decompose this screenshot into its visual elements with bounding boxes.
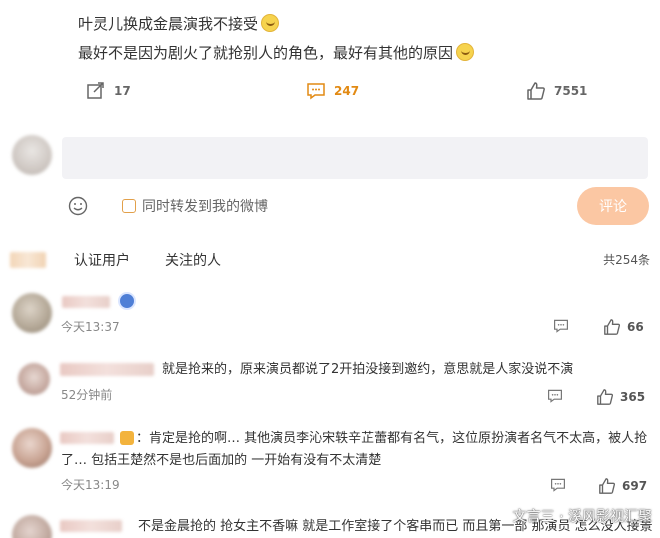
tab-verified-users[interactable]: 认证用户 bbox=[74, 250, 130, 270]
post-text-line2: 最好不是因为剧火了就抢别人的角色，最好有其他的原因 bbox=[78, 43, 475, 63]
like-button[interactable]: 7551 bbox=[526, 81, 587, 101]
comment-username-blurred[interactable] bbox=[62, 296, 110, 308]
thinking-emoji-icon bbox=[456, 43, 475, 61]
thumbs-up-icon bbox=[599, 478, 616, 494]
thumbs-up-icon bbox=[597, 389, 614, 405]
comment-total: 共254条 bbox=[603, 253, 650, 267]
comment-text-line2: 了… 包括王楚然不是也后面加的 一开始有没有不太清楚 bbox=[61, 453, 382, 468]
comment-time: 今天13:19 bbox=[61, 478, 120, 492]
thumbs-up-icon bbox=[604, 319, 621, 335]
current-user-avatar bbox=[12, 135, 52, 175]
reply-button[interactable] bbox=[547, 388, 563, 408]
post-text-line1: 叶灵儿换成金晨演我不接受 bbox=[78, 14, 280, 34]
tab-following[interactable]: 关注的人 bbox=[165, 250, 221, 270]
submit-comment-button[interactable]: 评论 bbox=[577, 187, 649, 225]
comment-like-button[interactable]: 365 bbox=[596, 388, 645, 406]
thinking-emoji-icon bbox=[261, 14, 280, 32]
vip-badge-icon bbox=[120, 431, 134, 445]
comment-icon bbox=[307, 83, 325, 100]
watermark-text: 文言三 · 溪风影视汇聚 bbox=[512, 509, 652, 525]
reply-icon bbox=[551, 478, 565, 492]
reply-button[interactable] bbox=[553, 318, 569, 338]
emoji-picker-icon[interactable] bbox=[68, 196, 88, 216]
comment-button[interactable]: 247 bbox=[306, 81, 359, 101]
comment-like-button[interactable]: 697 bbox=[598, 477, 647, 495]
repost-to-weibo-option[interactable]: 同时转发到我的微博 bbox=[122, 196, 268, 216]
comment-username-blurred[interactable] bbox=[60, 520, 122, 532]
repost-icon bbox=[87, 82, 104, 99]
comment-like-button[interactable]: 66 bbox=[603, 318, 644, 336]
comment-avatar[interactable] bbox=[12, 515, 52, 538]
repost-button[interactable]: 17 bbox=[86, 81, 131, 101]
comment-time: 52分钟前 bbox=[61, 388, 113, 402]
comment-avatar[interactable] bbox=[12, 428, 52, 468]
comment-username-blurred[interactable] bbox=[60, 432, 114, 444]
comment-time: 今天13:37 bbox=[61, 320, 120, 334]
comment-text-line1: ：肯定是抢的啊… 其他演员李沁宋轶辛芷蕾都有名气，这位原扮演者名气不太高，被人抢 bbox=[136, 431, 648, 446]
doraemon-badge-icon bbox=[118, 292, 136, 310]
comment-username-blurred[interactable] bbox=[60, 363, 154, 376]
comment-avatar[interactable] bbox=[18, 363, 50, 395]
comment-input[interactable] bbox=[62, 137, 648, 179]
reply-icon bbox=[548, 389, 562, 403]
thumbs-up-icon bbox=[527, 82, 545, 100]
repost-checkbox[interactable] bbox=[122, 199, 136, 213]
reply-button[interactable] bbox=[550, 477, 566, 497]
comment-avatar[interactable] bbox=[12, 293, 52, 333]
reply-icon bbox=[554, 319, 568, 333]
sort-hot-tab-blurred[interactable] bbox=[10, 252, 46, 268]
comment-text: 就是抢来的，原来演员都说了2开拍没接到邀约，意思就是人家没说不演 bbox=[162, 362, 574, 377]
